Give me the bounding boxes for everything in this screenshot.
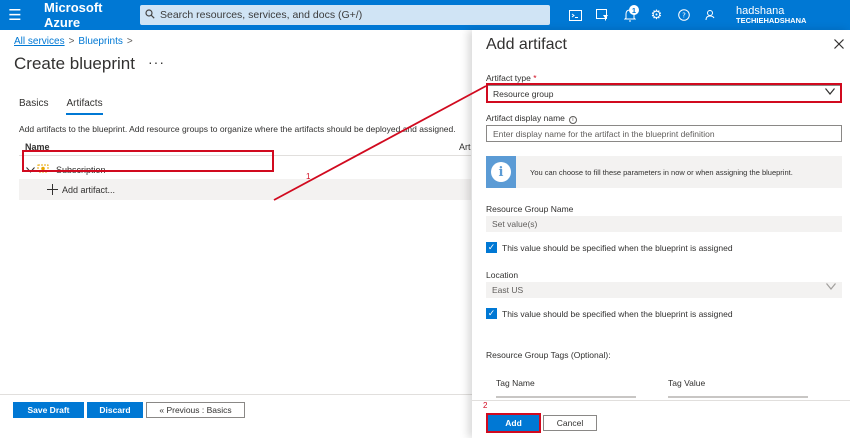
search-icon	[140, 8, 160, 22]
rg-name-value: Set value(s)	[492, 219, 538, 229]
artifacts-description: Add artifacts to the blueprint. Add reso…	[19, 124, 456, 134]
feedback-icon[interactable]	[697, 0, 724, 30]
gear-icon[interactable]: ⚙	[643, 0, 670, 30]
annotation-highlight-add-artifact	[22, 150, 274, 172]
discard-button[interactable]: Discard	[87, 402, 143, 418]
tags-table-header: Tag Name Tag Value	[486, 370, 842, 398]
artifact-type-label: Artifact type *	[486, 73, 537, 83]
rg-name-checkbox[interactable]: ✓ This value should be specified when th…	[486, 242, 733, 253]
page-title: Create blueprint	[14, 54, 135, 73]
create-blueprint-page: All services > Blueprints > Create blueprin…	[0, 30, 472, 438]
global-search[interactable]: Search resources, services, and docs (G+…	[140, 5, 550, 25]
cloud-shell-icon[interactable]	[562, 0, 589, 30]
tag-name-header: Tag Name	[496, 378, 535, 388]
rg-name-checkbox-label: This value should be specified when the …	[502, 242, 733, 253]
previous-basics-button[interactable]: « Previous : Basics	[146, 402, 245, 418]
notification-badge: 1	[629, 5, 639, 15]
tag-name-input-edge[interactable]	[496, 396, 636, 398]
artifact-type-label-text: Artifact type	[486, 73, 531, 83]
cancel-button[interactable]: Cancel	[543, 415, 597, 431]
plus-icon	[47, 183, 58, 198]
rg-name-field: Set value(s)	[486, 216, 842, 232]
toolbar-icons: 1 ⚙ ?	[562, 0, 724, 30]
bell-icon[interactable]: 1	[616, 0, 643, 30]
checkmark-icon[interactable]: ✓	[486, 242, 497, 253]
column-artifact-type: Art	[459, 142, 471, 152]
tags-label: Resource Group Tags (Optional):	[486, 350, 611, 360]
left-footer: Save Draft Discard « Previous : Basics	[0, 394, 472, 438]
tab-artifacts[interactable]: Artifacts	[66, 98, 103, 115]
display-name-placeholder: Enter display name for the artifact in t…	[493, 128, 715, 139]
directory-filter-icon[interactable]	[589, 0, 616, 30]
tab-bar: Basics Artifacts	[19, 98, 121, 115]
display-name-input[interactable]: Enter display name for the artifact in t…	[486, 125, 842, 142]
brand-title[interactable]: Microsoft Azure	[44, 0, 136, 30]
account-menu[interactable]: hadshana TECHIEHADSHANA	[736, 5, 806, 25]
display-name-label: Artifact display name i	[486, 113, 577, 124]
annotation-highlight-artifact-type	[486, 83, 842, 103]
required-asterisk: *	[533, 73, 537, 83]
location-checkbox[interactable]: ✓ This value should be specified when th…	[486, 308, 733, 319]
add-artifact-label: Add artifact...	[62, 185, 116, 195]
chevron-down-icon	[826, 282, 836, 293]
svg-text:?: ?	[682, 12, 686, 20]
annotation-highlight-add-button	[486, 413, 541, 433]
rg-name-label: Resource Group Name	[486, 204, 574, 214]
annotation-step-1: 1	[306, 172, 311, 181]
add-artifact-row[interactable]: Add artifact...	[19, 180, 471, 200]
top-bar: ☰ Microsoft Azure Search resources, serv…	[0, 0, 850, 30]
info-banner: i You can choose to fill these parameter…	[486, 156, 842, 188]
breadcrumb-separator: >	[68, 36, 75, 47]
info-icon[interactable]: i	[568, 116, 577, 124]
breadcrumb-all-services[interactable]: All services	[14, 36, 65, 47]
location-field: East US	[486, 282, 842, 298]
save-draft-button[interactable]: Save Draft	[13, 402, 84, 418]
tag-value-header: Tag Value	[668, 378, 706, 388]
hamburger-icon[interactable]: ☰	[0, 0, 30, 30]
close-icon[interactable]	[834, 36, 844, 52]
info-banner-icon: i	[486, 156, 516, 188]
checkmark-icon[interactable]: ✓	[486, 308, 497, 319]
info-banner-text: You can choose to fill these parameters …	[530, 167, 793, 177]
search-placeholder: Search resources, services, and docs (G+…	[160, 9, 363, 21]
location-label: Location	[486, 270, 519, 280]
account-tenant: TECHIEHADSHANA	[736, 15, 807, 25]
annotation-step-2: 2	[483, 401, 488, 410]
breadcrumb: All services > Blueprints >	[14, 36, 137, 47]
breadcrumb-blueprints[interactable]: Blueprints	[78, 36, 122, 47]
help-icon[interactable]: ?	[670, 0, 697, 30]
panel-title: Add artifact	[486, 36, 567, 53]
more-options-icon[interactable]: ···	[148, 54, 165, 70]
tag-value-input-edge[interactable]	[668, 396, 808, 398]
breadcrumb-separator: >	[126, 36, 133, 47]
display-name-label-text: Artifact display name	[486, 113, 565, 123]
location-value: East US	[492, 285, 524, 295]
location-checkbox-label: This value should be specified when the …	[502, 308, 733, 319]
tab-basics[interactable]: Basics	[19, 98, 48, 115]
